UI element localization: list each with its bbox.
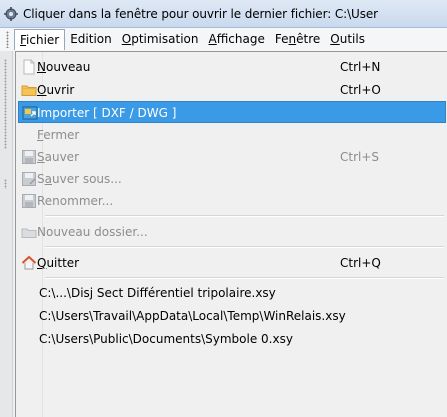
new-folder-icon (21, 228, 37, 238)
recent-file-item[interactable]: C:\...\Disj Sect Différentiel tripolaire… (18, 282, 446, 304)
menu-optimisation-mnemonic: O (121, 32, 132, 46)
menu-item-nouveau[interactable]: Nouveau Ctrl+N (18, 56, 446, 78)
menu-outils-mnemonic: O (330, 32, 340, 46)
menu-affichage-label: ffichage (216, 32, 265, 46)
menu-item-fermer[interactable]: Fermer (18, 124, 446, 146)
menu-item-label: Nouveau (37, 60, 91, 74)
new-file-icon (23, 59, 35, 75)
menu-item-sauver-sous[interactable]: Sauver sous... (18, 168, 446, 190)
menubar-grip-handle[interactable] (6, 31, 9, 48)
menu-item-shortcut: Ctrl+O (340, 83, 381, 97)
menu-fenetre-mnemonic: n (288, 32, 297, 46)
menu-item-label: Renommer... (37, 194, 114, 208)
save-as-icon (22, 172, 36, 186)
menu-fichier[interactable]: Fichier (14, 29, 66, 50)
menu-item-shortcut: Ctrl+S (340, 150, 380, 164)
menu-item-ouvrir[interactable]: Ouvrir Ctrl+O (18, 79, 446, 101)
recent-file-path: C:\...\Disj Sect Différentiel tripolaire… (39, 286, 276, 300)
recent-file-path: C:\Users\Public\Documents\Symbole 0.xsy (39, 332, 293, 346)
file-menu-dropdown: Nouveau Ctrl+N Ouvrir Ctrl+O Importer [ … (15, 51, 447, 417)
menu-item-importer[interactable]: Importer [ DXF / DWG ] (18, 101, 446, 123)
recent-file-item[interactable]: C:\Users\Travail\AppData\Local\Temp\WinR… (18, 305, 446, 327)
menu-edition[interactable]: Edition (65, 29, 117, 50)
mnemonic: N (37, 60, 46, 74)
window-title-bar: Cliquer dans la fenêtre pour ouvrir le d… (0, 0, 447, 28)
menu-item-shortcut: Ctrl+Q (340, 256, 381, 270)
window-title: Cliquer dans la fenêtre pour ouvrir le d… (23, 6, 378, 21)
menu-item-label: Sauver sous... (37, 172, 122, 186)
mnemonic: S (37, 150, 45, 164)
menu-optimisation[interactable]: Optimisation (117, 29, 204, 50)
recent-file-item[interactable]: C:\Users\Public\Documents\Symbole 0.xsy (18, 328, 446, 350)
mnemonic: Q (37, 256, 47, 270)
toolbar-grip (4, 59, 7, 149)
menu-item-label: Sauver (37, 150, 80, 164)
menu-outils[interactable]: Outils (325, 29, 370, 50)
mnemonic: O (37, 83, 47, 97)
app-gear-icon[interactable] (3, 6, 19, 22)
menu-fenetre-label-b: être (296, 32, 321, 46)
import-icon (22, 106, 38, 120)
menu-fichier-label: ichier (26, 33, 60, 47)
mnemonic: F (37, 128, 44, 142)
menu-affichage[interactable]: Affichage (203, 29, 269, 50)
menu-separator (45, 246, 444, 248)
menu-affichage-mnemonic: A (208, 32, 217, 46)
menu-fenetre-label-a: Fe (274, 32, 289, 46)
menu-item-quitter[interactable]: Quitter Ctrl+Q (18, 252, 446, 274)
menu-separator (45, 277, 444, 279)
toolbar-grip-small (4, 179, 7, 189)
menu-item-label: Ouvrir (37, 83, 75, 97)
menu-item-nouveau-dossier[interactable]: Nouveau dossier... (18, 221, 446, 243)
menu-separator (45, 215, 444, 217)
menu-bar: Fichier Edition Optimisation Affichage F… (0, 28, 447, 51)
home-exit-icon (21, 255, 37, 270)
menu-optimisation-label: ptimisation (131, 32, 199, 46)
recent-file-path: C:\Users\Travail\AppData\Local\Temp\WinR… (39, 309, 346, 323)
menu-item-label: Importer [ DXF / DWG ] (37, 106, 177, 120)
menu-item-shortcut: Ctrl+N (340, 60, 381, 74)
menu-item-renommer[interactable]: Renommer... (18, 190, 446, 212)
toolbar-strip (0, 51, 13, 417)
menu-fenetre[interactable]: Fenêtre (270, 29, 325, 50)
menu-item-label: Quitter (37, 256, 80, 270)
menu-outils-label: utils (339, 32, 365, 46)
save-icon (22, 150, 36, 164)
mnemonic: a (44, 172, 52, 186)
menu-item-sauver[interactable]: Sauver Ctrl+S (18, 146, 446, 168)
rename-icon (22, 194, 36, 208)
menu-item-label: Fermer (37, 128, 80, 142)
folder-icon (21, 85, 37, 96)
menu-item-label: Nouveau dossier... (37, 225, 148, 239)
